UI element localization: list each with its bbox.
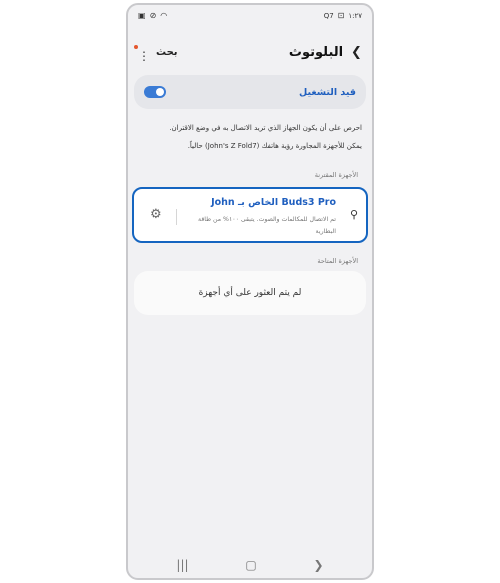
available-devices-card: لم يتم العثور على أي أجهزة (134, 271, 366, 315)
paired-section-label: الأجهزة المقترنة (314, 171, 358, 179)
more-options-button[interactable]: ⋮ (134, 45, 150, 63)
wifi-icon: ◠ (160, 11, 168, 20)
notification-dot (134, 45, 138, 49)
toggle-label: قيد التشغيل (299, 86, 356, 98)
status-bar: ▣ ⊘ ◠ Q7 ⊡ ١:٢٧ (128, 5, 372, 27)
gallery-icon: ▣ (138, 11, 146, 20)
paired-device-card[interactable]: ⚲ Buds3 Pro الخاص بـ John تم الاتصال للم… (132, 187, 368, 243)
back-nav-icon[interactable]: ❯ (314, 558, 324, 572)
device-status: تم الاتصال للمكالمات والصوت. يتبقى ١٠٠% … (198, 216, 336, 235)
home-icon[interactable]: ▢ (245, 558, 256, 572)
screen-record-icon: ⊡ (337, 11, 345, 20)
status-right-text: Q7 (323, 12, 334, 20)
device-divider (176, 209, 177, 225)
gear-icon[interactable]: ⚙ (150, 207, 162, 222)
no-disturb-icon: ⊘ (149, 11, 157, 20)
status-time: ١:٢٧ (348, 12, 362, 20)
bluetooth-switch[interactable] (144, 86, 166, 98)
header-title-group: ❮ البلوتوث (289, 45, 362, 60)
info-line-2: يمكن للأجهزة المجاورة رؤية هاتفك (John's… (187, 142, 362, 150)
page-title: البلوتوث (288, 44, 344, 60)
status-left: ▣ ⊘ ◠ (138, 12, 167, 20)
phone-screen: ▣ ⊘ ◠ Q7 ⊡ ١:٢٧ ❮ البلوتوث ⋮ بحث قيد الت… (126, 3, 374, 580)
header: ❮ البلوتوث ⋮ بحث (128, 39, 372, 65)
pairing-info: احرص على أن يكون الجهاز الذي تريد الاتصا… (138, 119, 362, 155)
search-button[interactable]: بحث (156, 47, 178, 58)
status-right: Q7 ⊡ ١:٢٧ (323, 11, 362, 21)
recent-apps-icon[interactable]: ||| (176, 558, 188, 572)
bluetooth-toggle-card[interactable]: قيد التشغيل (134, 75, 366, 109)
available-section-label: الأجهزة المتاحة (317, 257, 358, 265)
back-icon[interactable]: ❮ (351, 45, 362, 60)
device-name: Buds3 Pro الخاص بـ John (211, 197, 336, 208)
earbuds-icon: ⚲ (349, 208, 358, 221)
no-devices-text: لم يتم العثور على أي أجهزة (198, 288, 302, 298)
info-line-1: احرص على أن يكون الجهاز الذي تريد الاتصا… (169, 124, 362, 132)
switch-knob (156, 88, 164, 96)
header-actions: ⋮ بحث (134, 45, 178, 63)
more-vertical-icon: ⋮ (138, 49, 150, 63)
navigation-bar: ||| ▢ ❯ (128, 552, 372, 578)
